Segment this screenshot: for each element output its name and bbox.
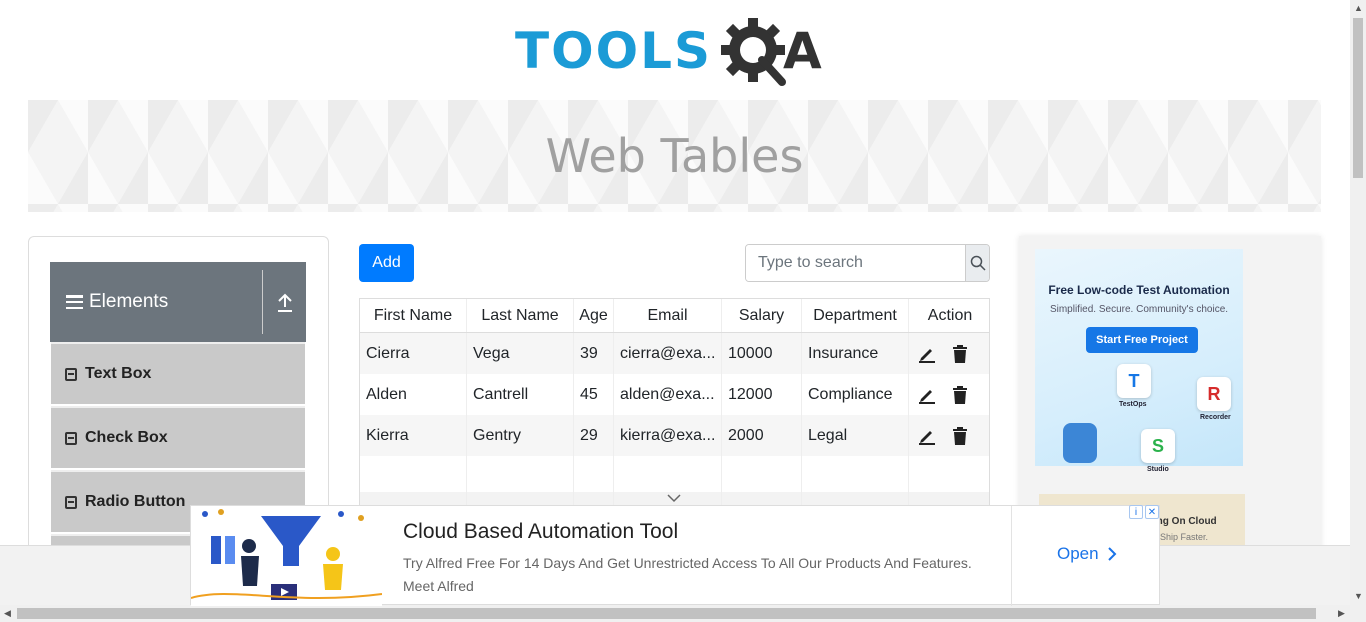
- ad-close-icon[interactable]: ✕: [1145, 505, 1159, 519]
- table-cell: 10000: [722, 333, 802, 374]
- scroll-down-icon[interactable]: ▼: [1354, 591, 1363, 601]
- ad-choices[interactable]: i ✕: [1129, 505, 1161, 520]
- tile-label: TestOps: [1119, 401, 1147, 408]
- logo-text-dark: A: [783, 22, 822, 80]
- ad-subline: Simplified. Secure. Community's choice.: [1049, 304, 1229, 315]
- table-row-empty: [360, 456, 989, 492]
- search-input[interactable]: [746, 245, 965, 281]
- action-cell: [909, 333, 989, 374]
- ad-description: Try Alfred Free For 14 Days And Get Unre…: [403, 555, 972, 594]
- sidebar-group-elements[interactable]: Elements: [50, 262, 306, 342]
- gear-icon: [721, 18, 786, 86]
- scroll-left-icon[interactable]: ◀: [4, 608, 11, 619]
- page: TOOLS A Web Tables Elements Text Box Che…: [0, 0, 1366, 622]
- sidebar-item-label: Radio Button: [85, 493, 186, 510]
- column-header[interactable]: Action: [909, 299, 989, 332]
- ad-open-button[interactable]: Open: [1057, 544, 1117, 564]
- tile-label: Studio: [1147, 466, 1169, 473]
- column-header[interactable]: Last Name: [467, 299, 574, 332]
- table-cell: 29: [574, 415, 614, 456]
- column-header[interactable]: First Name: [360, 299, 467, 332]
- search-button[interactable]: [965, 245, 989, 281]
- delete-icon[interactable]: [952, 385, 968, 404]
- menu-icon: [66, 295, 83, 309]
- group-title: Elements: [66, 291, 168, 313]
- page-title: Web Tables: [545, 129, 804, 183]
- sidebar-item-check-box[interactable]: Check Box: [51, 406, 305, 468]
- ad-card[interactable]: Free Low-code Test Automation Simplified…: [1035, 249, 1243, 473]
- toolsqa-logo[interactable]: TOOLS A: [515, 16, 840, 92]
- ad-cta-button[interactable]: Start Free Project: [1086, 327, 1198, 353]
- collapse-arrow-icon[interactable]: [275, 292, 295, 314]
- horizontal-scrollbar[interactable]: ◀ ▶: [0, 605, 1350, 622]
- add-button[interactable]: Add: [359, 244, 414, 282]
- edit-icon[interactable]: [918, 427, 936, 445]
- table-cell: Vega: [467, 333, 574, 374]
- action-cell: [909, 415, 989, 456]
- table-row: Kierra Gentry 29 kierra@exa... 2000 Lega…: [360, 415, 989, 456]
- table-cell: 39: [574, 333, 614, 374]
- table-cell: Cierra: [360, 333, 467, 374]
- scrollbar-thumb[interactable]: [1353, 18, 1363, 178]
- group-title-label: Elements: [89, 291, 169, 312]
- table-row: Cierra Vega 39 cierra@exa... 10000 Insur…: [360, 333, 989, 374]
- html5-icon: [65, 431, 77, 445]
- divider: [262, 270, 263, 334]
- column-header[interactable]: Age: [574, 299, 614, 332]
- table-cell: Alden: [360, 374, 467, 415]
- table-cell: Gentry: [467, 415, 574, 456]
- testops-icon: T: [1117, 364, 1151, 398]
- table-cell: 2000: [722, 415, 802, 456]
- edit-icon[interactable]: [918, 345, 936, 363]
- table-cell: alden@exa...: [614, 374, 722, 415]
- table-cell: 12000: [722, 374, 802, 415]
- table-cell: 45: [574, 374, 614, 415]
- sidebar-item-text-box[interactable]: Text Box: [51, 342, 305, 404]
- vertical-scrollbar[interactable]: ▲ ▼: [1350, 0, 1366, 622]
- automation-illustration: [191, 509, 382, 600]
- page-banner: Web Tables: [28, 100, 1321, 212]
- ad-headline: Free Low-code Test Automation: [1048, 283, 1230, 297]
- chevron-right-icon: [1107, 547, 1117, 561]
- table-cell: Legal: [802, 415, 909, 456]
- table-cell: kierra@exa...: [614, 415, 722, 456]
- scrollbar-thumb[interactable]: [17, 608, 1316, 619]
- table-cell: Insurance: [802, 333, 909, 374]
- ad2-subline: . Ship Faster.: [1155, 532, 1209, 542]
- column-header[interactable]: Email: [614, 299, 722, 332]
- edit-icon[interactable]: [918, 386, 936, 404]
- divider: [1011, 506, 1012, 606]
- table-row: Alden Cantrell 45 alden@exa... 12000 Com…: [360, 374, 989, 415]
- sidebar-item-label: Check Box: [85, 429, 168, 446]
- tile-label: Recorder: [1200, 414, 1231, 421]
- delete-icon[interactable]: [952, 426, 968, 445]
- recorder-icon: R: [1197, 377, 1231, 411]
- ad-title[interactable]: Cloud Based Automation Tool: [403, 520, 678, 544]
- ad-illustration: [191, 506, 382, 606]
- scroll-right-icon[interactable]: ▶: [1338, 608, 1345, 619]
- scroll-up-icon[interactable]: ▲: [1354, 3, 1363, 13]
- robot-illustration: [1063, 423, 1097, 463]
- table-header-row: First Name Last Name Age Email Salary De…: [360, 299, 989, 333]
- bottom-ad[interactable]: Cloud Based Automation Tool Try Alfred F…: [190, 505, 1161, 606]
- ad-open-label: Open: [1057, 544, 1099, 563]
- table-cell: Compliance: [802, 374, 909, 415]
- column-header[interactable]: Salary: [722, 299, 802, 332]
- search-icon: [970, 255, 986, 271]
- delete-icon[interactable]: [952, 344, 968, 363]
- search-box: [745, 244, 990, 282]
- logo-text: TOOLS: [515, 22, 712, 80]
- studio-icon: S: [1141, 429, 1175, 463]
- table-cell: Cantrell: [467, 374, 574, 415]
- table-cell: Kierra: [360, 415, 467, 456]
- table-cell: cierra@exa...: [614, 333, 722, 374]
- sidebar-item-label: Text Box: [85, 365, 152, 382]
- action-cell: [909, 374, 989, 415]
- chevron-down-icon[interactable]: [666, 493, 682, 503]
- html5-icon: [65, 367, 77, 381]
- column-header[interactable]: Department: [802, 299, 909, 332]
- html5-icon: [65, 495, 77, 509]
- ad-info-icon[interactable]: i: [1129, 505, 1143, 519]
